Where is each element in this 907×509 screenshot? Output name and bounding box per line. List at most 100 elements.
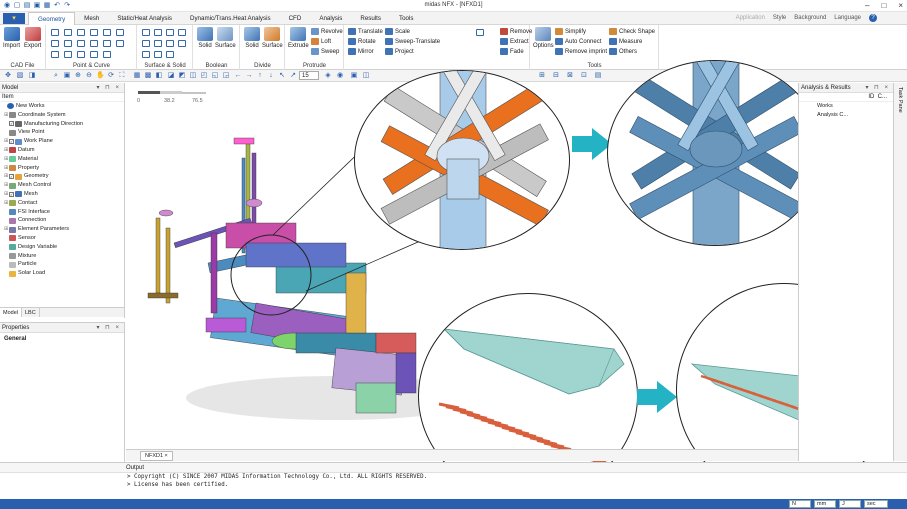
point-icon[interactable] bbox=[51, 29, 59, 36]
filter-icon[interactable]: ▧ bbox=[16, 72, 24, 80]
tree-item-material[interactable]: ⊞ Material bbox=[2, 155, 124, 164]
fill-icon[interactable] bbox=[154, 51, 162, 58]
layer-icon[interactable]: ◨ bbox=[28, 72, 36, 80]
face-icon[interactable] bbox=[178, 40, 186, 47]
tree-item-new-works[interactable]: New Works bbox=[2, 102, 124, 111]
revolve-button[interactable]: Revolve bbox=[311, 28, 343, 35]
shell-icon[interactable] bbox=[142, 51, 150, 58]
back-view-icon[interactable]: ◱ bbox=[211, 72, 219, 80]
line-icon[interactable] bbox=[64, 29, 72, 36]
close-button[interactable]: × bbox=[898, 1, 903, 10]
loft-button[interactable]: Loft bbox=[311, 38, 331, 45]
panel-controls[interactable]: ▾ ⊓ × bbox=[865, 83, 890, 93]
measure-button[interactable]: Measure bbox=[609, 38, 642, 45]
tab-geometry[interactable]: Geometry bbox=[28, 12, 76, 25]
tree-item-particle[interactable]: Particle bbox=[2, 260, 124, 269]
helix-icon[interactable] bbox=[90, 51, 98, 58]
grid-icon[interactable] bbox=[476, 29, 484, 36]
sweep-translate-button[interactable]: Sweep-Translate bbox=[385, 38, 440, 45]
render-options-icon[interactable]: ◉ bbox=[336, 72, 344, 80]
tab-results[interactable]: Results bbox=[351, 12, 390, 25]
tree-item-element-parameters[interactable]: ⊞ Element Parameters bbox=[2, 225, 124, 234]
time-unit-select[interactable]: sec bbox=[864, 500, 888, 508]
app-menu-button[interactable]: ▾ bbox=[3, 13, 25, 24]
chamfer-icon[interactable] bbox=[103, 40, 111, 47]
length-unit-select[interactable]: mm bbox=[814, 500, 836, 508]
arrow-right-icon[interactable]: → bbox=[245, 72, 253, 80]
extend-icon[interactable] bbox=[64, 40, 72, 47]
sew-icon[interactable] bbox=[166, 51, 174, 58]
arrow-up-icon[interactable]: ↑ bbox=[256, 72, 264, 80]
tab-lbc[interactable]: LBC bbox=[22, 308, 40, 317]
style-menu[interactable]: Style bbox=[773, 12, 786, 25]
circle-icon[interactable] bbox=[90, 29, 98, 36]
arrow-ul-icon[interactable]: ↖ bbox=[278, 72, 286, 80]
tree-item-coordinate-system[interactable]: ⊞ Coordinate System bbox=[2, 111, 124, 120]
tree-item-sensor[interactable]: Sensor bbox=[2, 234, 124, 243]
tree-item-mesh-control[interactable]: ⊞ Mesh Control bbox=[2, 181, 124, 190]
zoom-in-icon[interactable]: ⊕ bbox=[74, 72, 82, 80]
intersect-icon[interactable] bbox=[51, 51, 59, 58]
arc-icon[interactable] bbox=[77, 29, 85, 36]
document-tab-nfxd1[interactable]: NFXD1 × bbox=[140, 451, 173, 461]
box-icon[interactable] bbox=[142, 29, 150, 36]
task-pane-tab[interactable]: Task Pane bbox=[893, 83, 907, 461]
arrow-left-icon[interactable]: ← bbox=[234, 72, 242, 80]
minimize-button[interactable]: – bbox=[865, 1, 869, 10]
force-unit-select[interactable]: N bbox=[789, 500, 811, 508]
tree-item-property[interactable]: ⊞ Property bbox=[2, 164, 124, 173]
results-item-works[interactable]: Works bbox=[799, 102, 893, 111]
boolean-surface-button[interactable]: Surface bbox=[215, 27, 236, 49]
tab-dynamic-trans-heat-analysis[interactable]: Dynamic/Trans.Heat Analysis bbox=[181, 12, 280, 25]
export-button[interactable]: Export bbox=[24, 27, 41, 49]
zoom-step-select[interactable]: 15 bbox=[299, 71, 319, 80]
panel-controls[interactable]: ▾ ⊓ × bbox=[96, 323, 121, 333]
node-snap-icon[interactable]: ⊠ bbox=[566, 72, 574, 80]
zoom-window-icon[interactable]: ▣ bbox=[63, 72, 71, 80]
mirror-button[interactable]: Mirror bbox=[348, 48, 374, 55]
project-button[interactable]: Project bbox=[385, 48, 414, 55]
energy-unit-select[interactable]: J bbox=[839, 500, 861, 508]
divide-surface-button[interactable]: Surface bbox=[262, 27, 283, 49]
split-curve-icon[interactable] bbox=[116, 40, 124, 47]
tree-item-connection[interactable]: Connection bbox=[2, 216, 124, 225]
bottom-view-icon[interactable]: ◲ bbox=[222, 72, 230, 80]
tree-item-manufacturing-direction[interactable]: ✓ Manufacturing Direction bbox=[2, 120, 124, 129]
tree-item-view-point[interactable]: View Point bbox=[2, 128, 124, 137]
tree-item-datum[interactable]: ⊞ Datum bbox=[2, 146, 124, 155]
remove-imprint-button[interactable]: Remove imprint bbox=[555, 48, 607, 55]
tree-item-geometry[interactable]: ⊞ ✓ Geometry bbox=[2, 172, 124, 181]
application-menu[interactable]: Application bbox=[736, 12, 765, 25]
front-view-icon[interactable]: ◩ bbox=[178, 72, 186, 80]
background-menu[interactable]: Background bbox=[794, 12, 826, 25]
measure-tool-icon[interactable]: ⊡ bbox=[580, 72, 588, 80]
zoom-icon[interactable]: ⌕ bbox=[52, 72, 60, 80]
text-curve-icon[interactable] bbox=[103, 51, 111, 58]
grid-snap-icon[interactable]: ⊟ bbox=[552, 72, 560, 80]
snap-icon[interactable]: ⊞ bbox=[538, 72, 546, 80]
extract-button[interactable]: Extract bbox=[500, 38, 529, 45]
check-shape-button[interactable]: Check Shape bbox=[609, 28, 655, 35]
wireframe-icon[interactable]: ▩ bbox=[144, 72, 152, 80]
tab-tools[interactable]: Tools bbox=[390, 12, 422, 25]
prism-icon[interactable] bbox=[154, 40, 162, 47]
options-button[interactable]: Options bbox=[533, 27, 554, 49]
shade-icon[interactable]: ◧ bbox=[155, 72, 163, 80]
sphere-icon[interactable] bbox=[178, 29, 186, 36]
tab-model[interactable]: Model bbox=[0, 308, 22, 317]
cone-icon[interactable] bbox=[166, 29, 174, 36]
results-item-analysis-case[interactable]: Analysis C... bbox=[799, 111, 893, 120]
tree-item-work-plane[interactable]: ⊞ ✓ Work Plane bbox=[2, 137, 124, 146]
simplify-button[interactable]: Simplify bbox=[555, 28, 586, 35]
fit-icon[interactable]: ⛶ bbox=[118, 72, 126, 80]
auto-connect-button[interactable]: Auto Connect bbox=[555, 38, 601, 45]
translate-button[interactable]: Translate bbox=[348, 28, 383, 35]
zoom-out-icon[interactable]: ⊖ bbox=[85, 72, 93, 80]
tree-item-solar-load[interactable]: Solar Load bbox=[2, 269, 124, 278]
tree-item-design-variable[interactable]: Design Variable bbox=[2, 243, 124, 252]
tree-item-mixture[interactable]: Mixture bbox=[2, 252, 124, 261]
rotate-button[interactable]: Rotate bbox=[348, 38, 376, 45]
offset-icon[interactable] bbox=[77, 40, 85, 47]
move-icon[interactable] bbox=[64, 51, 72, 58]
scale-button[interactable]: Scale bbox=[385, 28, 410, 35]
